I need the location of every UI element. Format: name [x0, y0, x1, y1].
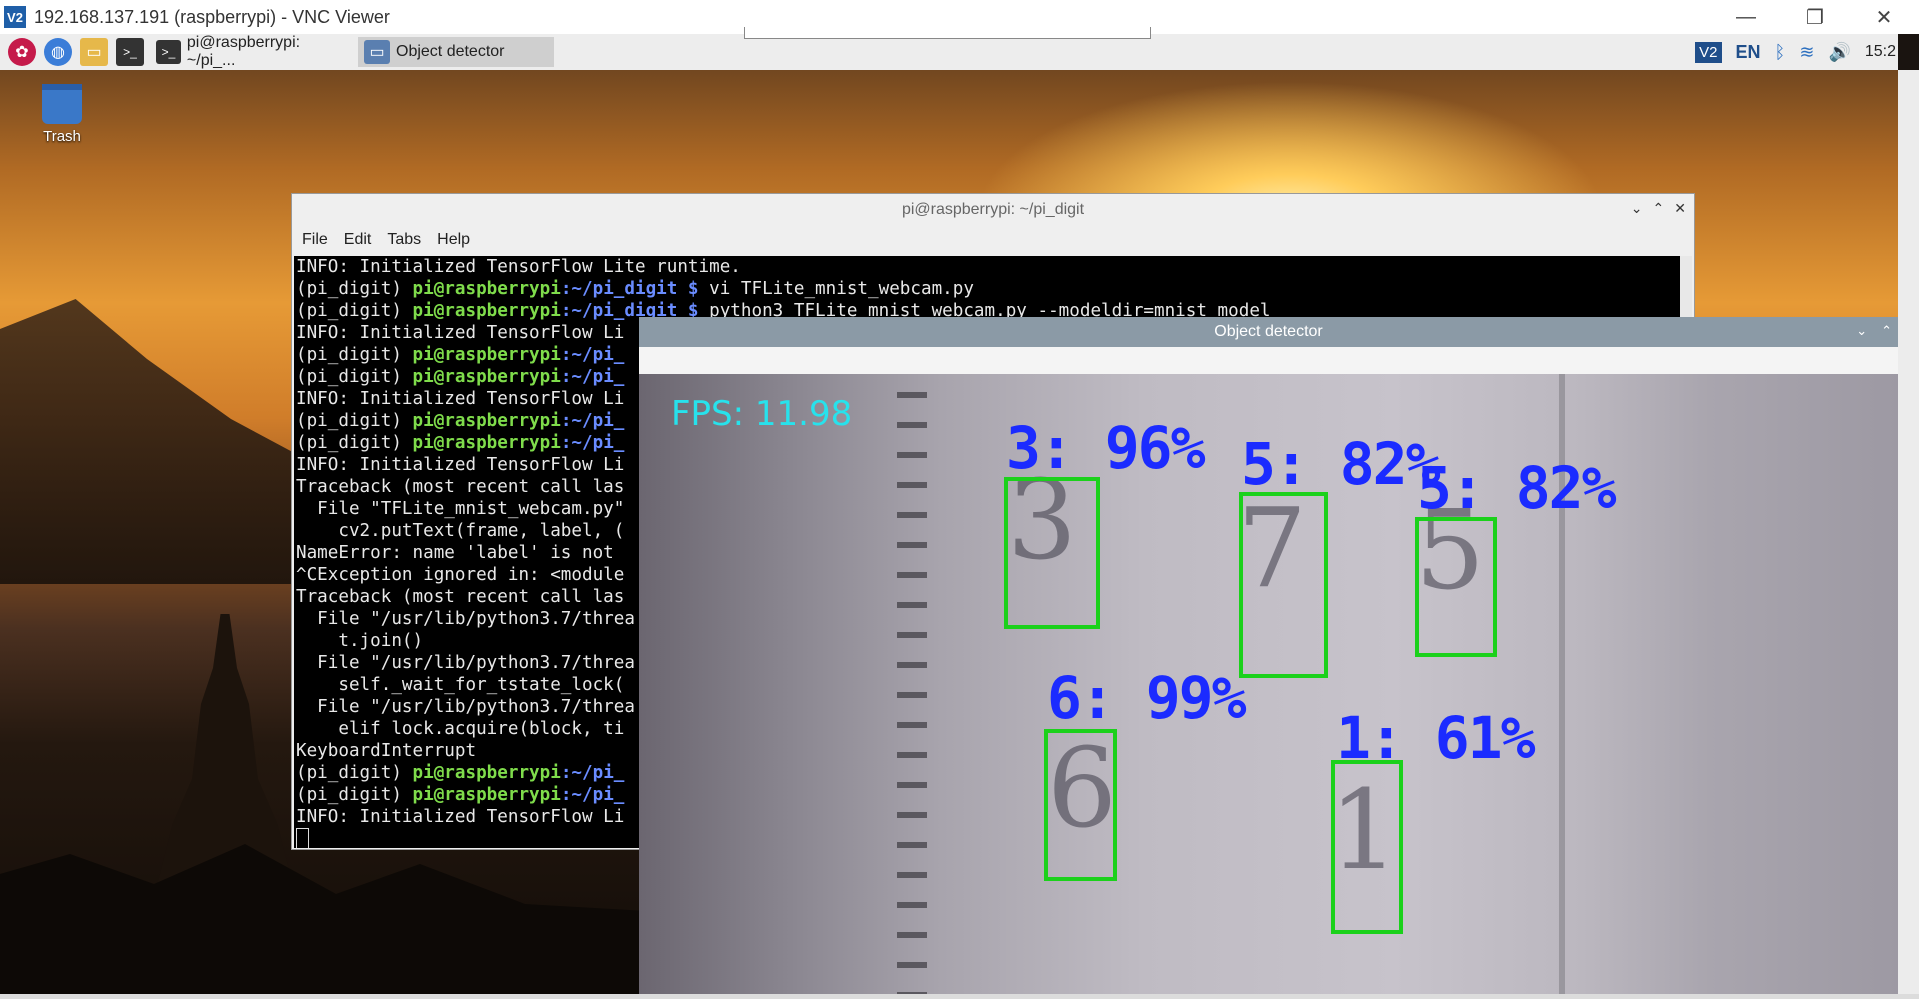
system-tray: V2 EN ᛒ ≋ 🔊 15:2: [1695, 34, 1898, 70]
terminal-env: (pi_digit): [296, 301, 413, 321]
terminal-path: :~/pi_: [560, 433, 625, 453]
restore-button[interactable]: ❐: [1780, 0, 1850, 34]
terminal-cmd: vi TFLite_mnist_webcam.py: [698, 279, 974, 299]
terminal-path: :~/pi_: [560, 345, 625, 365]
window-task-icon: ▭: [364, 40, 390, 64]
terminal-env: (pi_digit): [296, 345, 413, 365]
notebook-spiral: [897, 374, 927, 994]
language-indicator[interactable]: EN: [1736, 42, 1761, 63]
detection-box: [1044, 729, 1117, 881]
volume-icon[interactable]: 🔊: [1828, 42, 1850, 63]
vnc-tray-icon[interactable]: V2: [1695, 41, 1722, 63]
trash-icon: [42, 84, 82, 124]
task-terminal-label: pi@raspberrypi: ~/pi_...: [186, 34, 301, 69]
bluetooth-icon[interactable]: ᛒ: [1775, 42, 1786, 63]
menu-help[interactable]: Help: [437, 231, 470, 249]
detection-label: 6: 99%: [1047, 664, 1247, 732]
terminal-user: pi@raspberrypi: [412, 763, 561, 783]
terminal-titlebar[interactable]: pi@raspberrypi: ~/pi_digit ⌄ ⌃ ✕: [292, 194, 1694, 226]
terminal-line: INFO: Initialized TensorFlow Lite runtim…: [296, 257, 741, 277]
chevron-down-icon[interactable]: ⌄: [1631, 200, 1643, 217]
chevron-down-icon[interactable]: ⌄: [1856, 323, 1867, 339]
vnc-horizontal-scrollbar[interactable]: [0, 994, 1919, 999]
pi-taskbar: ✿ ◍ ▭ >_ >_ pi@raspberrypi: ~/pi_... ▭ O…: [0, 34, 1898, 70]
terminal-path: :~/pi_: [560, 411, 625, 431]
terminal-title: pi@raspberrypi: ~/pi_digit: [901, 201, 1085, 218]
detector-toolbar: [639, 347, 1898, 375]
file-manager-icon[interactable]: ▭: [80, 38, 108, 66]
minimize-button[interactable]: —: [1711, 0, 1781, 34]
terminal-user: pi@raspberrypi: [412, 345, 561, 365]
terminal-user: pi@raspberrypi: [412, 411, 561, 431]
vnc-vertical-scrollbar[interactable]: [1898, 70, 1919, 994]
vnc-toolbar-handle[interactable]: [744, 27, 1151, 39]
detection-label: 1: 61%: [1336, 704, 1536, 772]
detection-label: 3: 96%: [1006, 414, 1206, 482]
terminal-user: pi@raspberrypi: [412, 279, 561, 299]
trash-label: Trash: [43, 128, 81, 145]
menu-file[interactable]: File: [302, 231, 328, 249]
detection-label: 5: 82%: [1417, 454, 1617, 522]
close-icon[interactable]: ✕: [1674, 200, 1686, 217]
terminal-path: :~/pi_: [560, 785, 625, 805]
menu-tabs[interactable]: Tabs: [387, 231, 421, 249]
vnc-window-title: 192.168.137.191 (raspberrypi) - VNC View…: [34, 6, 390, 27]
task-terminal[interactable]: >_ pi@raspberrypi: ~/pi_...: [150, 34, 352, 69]
raspberry-menu-icon[interactable]: ✿: [8, 38, 36, 66]
detection-box: [1415, 517, 1497, 657]
terminal-line: (pi_digit) pi@raspberrypi:~/pi_digit $ v…: [296, 278, 1684, 300]
wifi-icon[interactable]: ≋: [1799, 42, 1814, 63]
terminal-cursor: [296, 828, 309, 848]
fps-counter: FPS: 11.98: [671, 394, 853, 434]
task-object-detector-label: Object detector: [396, 43, 505, 60]
terminal-env: (pi_digit): [296, 433, 413, 453]
clock[interactable]: 15:2: [1865, 43, 1896, 61]
terminal-env: (pi_digit): [296, 763, 413, 783]
terminal-menubar: File Edit Tabs Help: [292, 226, 1694, 254]
camera-frame: FPS: 11.98 3 7 5 6 1 3: 96% 5: 82% 5: 82…: [639, 374, 1898, 994]
terminal-user: pi@raspberrypi: [412, 301, 561, 321]
terminal-path: :~/pi_digit $: [560, 279, 699, 299]
terminal-path: :~/pi_: [560, 367, 625, 387]
chevron-up-icon[interactable]: ⌃: [1881, 323, 1892, 339]
terminal-path: :~/pi_: [560, 763, 625, 783]
trash-desktop-icon[interactable]: Trash: [30, 84, 94, 145]
terminal-task-icon: >_: [156, 40, 181, 64]
detector-title: Object detector: [1214, 323, 1323, 340]
terminal-env: (pi_digit): [296, 367, 413, 387]
terminal-user: pi@raspberrypi: [412, 785, 561, 805]
detector-titlebar[interactable]: Object detector ⌄ ⌃: [639, 317, 1898, 347]
tree-silhouette: [0, 844, 700, 994]
vnc-logo-icon: V2: [4, 6, 26, 28]
detection-box: [1239, 492, 1328, 678]
terminal-user: pi@raspberrypi: [412, 367, 561, 387]
detection-box: [1004, 477, 1100, 629]
chevron-up-icon[interactable]: ⌃: [1653, 200, 1665, 217]
terminal-env: (pi_digit): [296, 785, 413, 805]
object-detector-window[interactable]: Object detector ⌄ ⌃ FPS: 11.98 3 7 5 6 1…: [639, 317, 1898, 994]
close-button[interactable]: ✕: [1849, 0, 1919, 34]
task-object-detector[interactable]: ▭ Object detector: [358, 37, 554, 67]
detection-box: [1331, 760, 1403, 934]
terminal-user: pi@raspberrypi: [412, 433, 561, 453]
web-browser-icon[interactable]: ◍: [44, 38, 72, 66]
menu-edit[interactable]: Edit: [344, 231, 372, 249]
terminal-env: (pi_digit): [296, 411, 413, 431]
terminal-launcher-icon[interactable]: >_: [116, 38, 144, 66]
terminal-env: (pi_digit): [296, 279, 413, 299]
detection-label: 5: 82%: [1241, 430, 1441, 498]
